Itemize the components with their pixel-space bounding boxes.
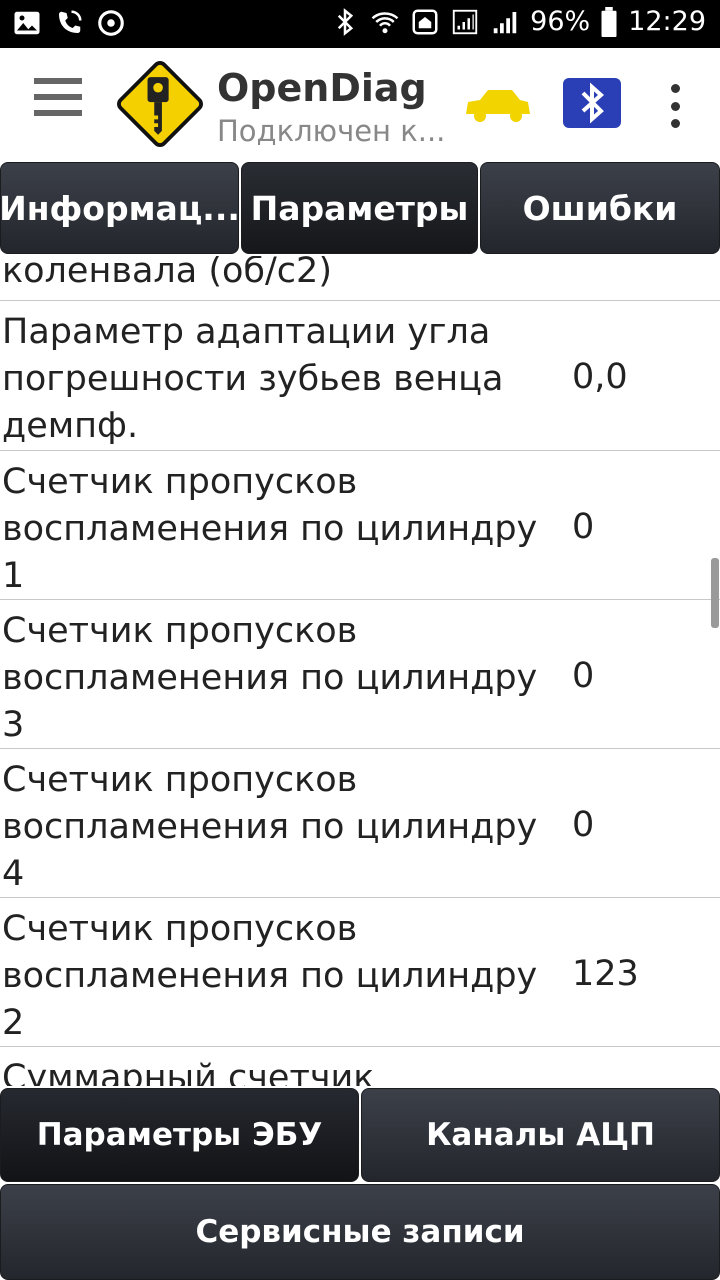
- wifi-call-icon: [59, 10, 82, 33]
- list-item[interactable]: Счетчик пропусков воспламенения по цилин…: [0, 749, 720, 898]
- menu-button[interactable]: [34, 78, 82, 130]
- gallery-notification-icon: [14, 11, 40, 35]
- parameter-name: Суммарный счетчик: [2, 1058, 375, 1086]
- overflow-dot-icon: [670, 119, 680, 128]
- connection-status: Подключен к...: [217, 114, 446, 148]
- car-icon[interactable]: [462, 86, 532, 126]
- battery-icon: [601, 6, 617, 37]
- wifi-status-icon: [371, 11, 399, 33]
- home-status-icon: [412, 9, 438, 34]
- bottom-navigation: Параметры ЭБУ Каналы АЦП Сервисные запис…: [0, 1086, 720, 1280]
- parameter-value: 0: [572, 805, 595, 845]
- ecu-params-button[interactable]: Параметры ЭБУ: [0, 1088, 359, 1182]
- tab-information[interactable]: Информац...: [0, 162, 240, 254]
- bluetooth-icon: [581, 82, 605, 124]
- parameter-list[interactable]: коленвала (об/с2) Параметр адаптации угл…: [0, 256, 720, 1086]
- hamburger-icon-line: [34, 110, 82, 116]
- signal-bars-icon: [493, 11, 517, 33]
- list-item[interactable]: коленвала (об/с2): [0, 256, 720, 301]
- tab-bar: Информац... Параметры Ошибки: [0, 160, 720, 256]
- sync-icon: [98, 10, 124, 36]
- parameter-name: Счетчик пропусков воспламенения по цилин…: [2, 760, 538, 894]
- scrollbar-thumb[interactable]: [711, 558, 719, 628]
- parameter-value: 0: [572, 507, 595, 547]
- status-bar: 96% 12:29: [0, 0, 720, 48]
- app-title: OpenDiag: [217, 66, 427, 110]
- overflow-menu-button[interactable]: [664, 84, 686, 128]
- bluetooth-status-icon: [338, 7, 354, 36]
- list-item[interactable]: Счетчик пропусков воспламенения по цилин…: [0, 451, 720, 600]
- list-item[interactable]: Счетчик пропусков воспламенения по цилин…: [0, 600, 720, 749]
- parameter-name: Параметр адаптации угла погрешности зубь…: [2, 312, 504, 446]
- bluetooth-adapter-icon[interactable]: [563, 78, 621, 128]
- parameter-name: Счетчик пропусков воспламенения по цилин…: [2, 462, 538, 596]
- tab-errors[interactable]: Ошибки: [480, 162, 720, 254]
- list-item[interactable]: Суммарный счетчик: [0, 1047, 720, 1086]
- hamburger-icon-line: [34, 78, 82, 84]
- parameter-name: Счетчик пропусков воспламенения по цилин…: [2, 611, 538, 745]
- battery-percent: 96%: [530, 6, 591, 37]
- service-records-button[interactable]: Сервисные записи: [0, 1184, 720, 1280]
- overflow-dot-icon: [670, 101, 680, 111]
- list-item[interactable]: Параметр адаптации угла погрешности зубь…: [0, 301, 720, 451]
- hamburger-icon-line: [34, 94, 82, 100]
- tab-parameters[interactable]: Параметры: [241, 162, 478, 254]
- app-bar: OpenDiag Подключен к...: [0, 48, 720, 160]
- adc-channels-button[interactable]: Каналы АЦП: [361, 1088, 720, 1182]
- parameter-name: коленвала (об/с2): [2, 256, 332, 291]
- clock: 12:29: [628, 6, 706, 37]
- parameter-value: 123: [572, 954, 639, 994]
- signal-status-icon: [452, 9, 478, 34]
- overflow-dot-icon: [670, 84, 680, 93]
- parameter-value: 0,0: [572, 357, 628, 397]
- app-logo-key-icon: [117, 61, 203, 147]
- parameter-value: 0: [572, 656, 595, 696]
- parameter-name: Счетчик пропусков воспламенения по цилин…: [2, 909, 538, 1043]
- list-item[interactable]: Счетчик пропусков воспламенения по цилин…: [0, 898, 720, 1047]
